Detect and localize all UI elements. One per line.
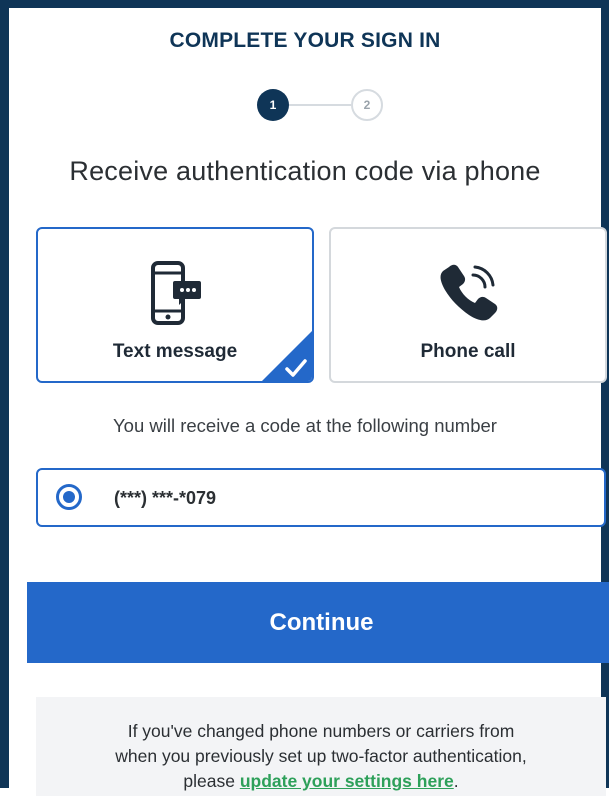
step-connector [289, 104, 351, 106]
sign-in-panel: COMPLETE YOUR SIGN IN 1 2 Receive authen… [0, 0, 609, 796]
update-settings-link[interactable]: update your settings here [240, 771, 454, 791]
phone-number-value: (***) ***-*079 [114, 488, 217, 508]
phone-call-option[interactable]: Phone call [329, 227, 607, 383]
continue-button[interactable]: Continue [27, 582, 609, 663]
step-2-indicator: 2 [351, 89, 383, 121]
step-1-indicator: 1 [257, 89, 289, 121]
section-heading: Receive authentication code via phone [69, 156, 541, 186]
page-title: COMPLETE YOUR SIGN IN [169, 29, 441, 52]
settings-notice: If you've changed phone numbers or carri… [36, 697, 606, 796]
number-info-text: You will receive a code at the following… [113, 415, 497, 436]
radio-selected-dot [63, 491, 75, 503]
notice-line-2: when you previously set up two-factor au… [115, 746, 527, 766]
notice-line-1: If you've changed phone numbers or carri… [127, 721, 515, 741]
notice-suffix: . [453, 771, 459, 791]
phone-call-label: Phone call [420, 341, 516, 362]
selected-check-icon [262, 331, 312, 381]
phone-number-option[interactable]: (***) ***-*079 [36, 468, 606, 527]
progress-stepper: 1 2 [257, 89, 389, 123]
notice-prefix: please [183, 771, 240, 791]
phone-ringing-icon [440, 264, 498, 321]
text-message-option[interactable]: Text message [36, 227, 314, 383]
phone-number-radio[interactable] [56, 484, 82, 510]
phone-chat-icon [151, 261, 201, 325]
